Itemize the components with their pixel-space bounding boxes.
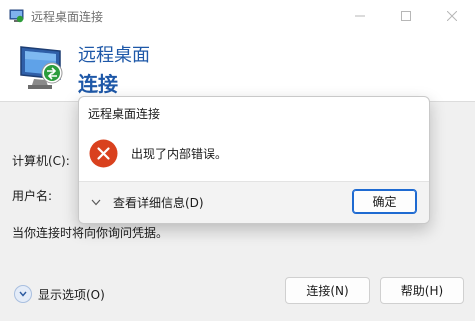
close-button[interactable] — [429, 0, 475, 31]
maximize-button[interactable] — [383, 0, 429, 31]
error-icon — [89, 139, 118, 168]
username-label: 用户名: — [12, 189, 53, 203]
app-icon — [9, 9, 24, 23]
show-options-toggle[interactable]: 显示选项(O) — [14, 285, 105, 303]
banner-title-line2: 连接 — [78, 72, 118, 96]
connect-button[interactable]: 连接(N) — [285, 277, 370, 304]
see-details-label: 查看详细信息(D) — [113, 196, 204, 210]
credentials-prompt-text: 当你连接时将向你询问凭据。 — [12, 226, 169, 240]
dialog-title: 远程桌面连接 — [88, 107, 161, 121]
minimize-button[interactable] — [337, 0, 383, 31]
ok-button[interactable]: 确定 — [352, 189, 417, 214]
remote-desktop-icon — [20, 46, 63, 89]
rdp-window: 远程桌面连接 远程桌面 连接 计算机(C): 用户名: 当你连接时将向你询问凭据… — [0, 0, 475, 321]
title-bar[interactable]: 远程桌面连接 — [0, 0, 475, 31]
help-button[interactable]: 帮助(H) — [380, 277, 464, 304]
error-message: 出现了内部错误。 — [131, 147, 228, 161]
close-icon — [447, 10, 457, 21]
maximize-icon — [401, 10, 411, 21]
error-dialog: 远程桌面连接 出现了内部错误。 查看详细信息(D) 确定 — [78, 96, 430, 224]
window-title: 远程桌面连接 — [31, 10, 104, 24]
computer-label: 计算机(C): — [12, 154, 70, 168]
dialog-footer: 查看详细信息(D) 确定 — [79, 181, 429, 223]
see-details-toggle[interactable]: 查看详细信息(D) — [91, 194, 204, 211]
chevron-down-icon — [91, 199, 101, 206]
chevron-down-icon — [14, 285, 32, 303]
minimize-icon — [355, 15, 365, 16]
show-options-label: 显示选项(O) — [38, 287, 105, 302]
banner-title-line1: 远程桌面 — [78, 45, 150, 66]
header-banner: 远程桌面 连接 — [0, 31, 475, 102]
